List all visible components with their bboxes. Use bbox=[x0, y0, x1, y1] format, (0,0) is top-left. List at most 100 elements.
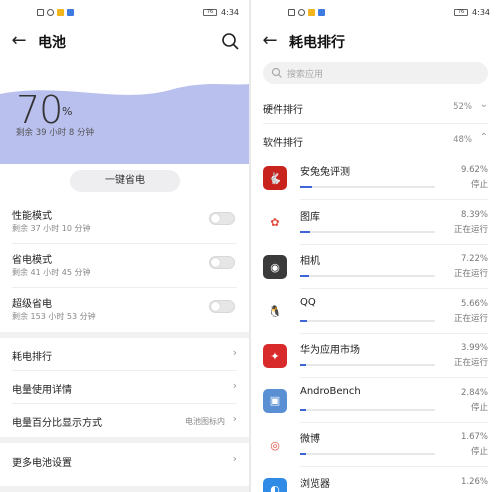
sim-icon bbox=[37, 9, 44, 16]
battery-remaining-time: 剩余 39 小时 8 分钟 bbox=[16, 128, 95, 138]
more-battery-settings-row[interactable]: 更多电池设置 › bbox=[0, 443, 249, 477]
app-row[interactable]: ◐ 浏览器 1.26% bbox=[251, 468, 500, 492]
mode-remaining: 剩余 153 小时 53 分钟 bbox=[12, 312, 96, 321]
power-saving-mode-toggle[interactable] bbox=[209, 256, 235, 269]
notification-icons bbox=[37, 9, 74, 16]
app-usage-percent: 9.62% bbox=[460, 165, 488, 175]
wifi-icon bbox=[298, 9, 305, 16]
app-notification-icon bbox=[57, 9, 64, 16]
mode-remaining: 剩余 37 小时 10 分钟 bbox=[12, 224, 91, 233]
ultra-power-saving-row[interactable]: 超级省电 剩余 153 小时 53 分钟 bbox=[0, 288, 249, 332]
battery-screen: 76 4:34 ← 电池 70 % 剩余 39 小时 8 分钟 一键省电 性能模… bbox=[0, 0, 249, 492]
usage-bar-track bbox=[300, 408, 435, 411]
usage-bar-track bbox=[300, 453, 435, 455]
power-saving-mode-row[interactable]: 省电模式 剩余 41 小时 45 分钟 bbox=[0, 244, 249, 288]
performance-mode-row[interactable]: 性能模式 剩余 37 小时 10 分钟 bbox=[0, 200, 249, 244]
percent-display-row[interactable]: 电量百分比显示方式 电池图标内 › bbox=[0, 404, 249, 436]
app-usage-percent: 1.67% bbox=[460, 432, 488, 442]
app-name: 安兔兔评测 bbox=[300, 167, 350, 178]
app-name: 华为应用市场 bbox=[300, 345, 360, 356]
chevron-right-icon: › bbox=[232, 452, 237, 465]
appgallery-icon: ✦ bbox=[263, 344, 287, 368]
usage-bar-fill bbox=[300, 275, 309, 277]
app-run-status: 正在运行 bbox=[453, 269, 488, 279]
app-name: AndroBench bbox=[300, 385, 361, 397]
app-name: 微博 bbox=[300, 434, 320, 445]
app-run-status: 停止 bbox=[470, 447, 488, 457]
app-notification-icon bbox=[308, 9, 315, 16]
back-arrow-icon[interactable]: ← bbox=[259, 30, 281, 52]
mode-name: 省电模式 bbox=[12, 255, 52, 266]
back-arrow-icon[interactable]: ← bbox=[8, 30, 30, 52]
battery-status-icon: 76 bbox=[203, 9, 218, 16]
app-row[interactable]: 🐇 安兔兔评测 9.62% 停止 bbox=[251, 156, 500, 200]
mode-remaining: 剩余 41 小时 45 分钟 bbox=[12, 268, 91, 277]
battery-status-icon: 76 bbox=[454, 9, 469, 16]
notification-icons bbox=[288, 9, 325, 16]
power-ranking-screen: 76 4:34 ← 耗电排行 搜索应用 硬件排行 52% ⌄ 软件排行 48% … bbox=[251, 0, 500, 492]
usage-bar-track bbox=[300, 275, 435, 277]
one-key-save-button[interactable]: 一键省电 bbox=[70, 170, 180, 192]
app-row[interactable]: ✿ 图库 8.39% 正在运行 bbox=[251, 201, 500, 245]
page-title: 电池 bbox=[38, 35, 66, 51]
usage-bar-fill bbox=[300, 230, 310, 233]
app-notification-icon bbox=[318, 9, 325, 16]
app-usage-percent: 3.99% bbox=[460, 343, 488, 353]
app-row[interactable]: ◎ 微博 1.67% 停止 bbox=[251, 423, 500, 467]
app-usage-percent: 2.84% bbox=[460, 387, 488, 398]
performance-mode-toggle[interactable] bbox=[209, 212, 235, 225]
qq-penguin-icon: 🐧 bbox=[263, 299, 287, 324]
app-notification-icon bbox=[67, 9, 74, 16]
app-row[interactable]: ◉ 相机 7.22% 正在运行 bbox=[251, 245, 500, 289]
usage-bar-fill bbox=[300, 319, 307, 322]
search-input[interactable]: 搜索应用 bbox=[263, 62, 488, 84]
app-row[interactable]: ▣ AndroBench 2.84% 停止 bbox=[251, 379, 500, 423]
percent-display-label: 电量百分比显示方式 bbox=[12, 418, 102, 429]
chevron-up-icon: ⌃ bbox=[479, 132, 488, 143]
title-bar: ← 耗电排行 bbox=[251, 26, 500, 60]
androbench-icon: ▣ bbox=[263, 388, 287, 413]
sim-icon bbox=[288, 9, 295, 16]
hardware-ranking-row[interactable]: 硬件排行 52% ⌄ bbox=[251, 92, 500, 122]
status-time: 4:34 bbox=[221, 8, 239, 17]
app-name: 相机 bbox=[300, 256, 320, 267]
page-title: 耗电排行 bbox=[289, 35, 345, 51]
app-usage-percent: 8.39% bbox=[460, 209, 488, 220]
software-ranking-value: 48% bbox=[453, 135, 472, 145]
percent-display-value: 电池图标内 bbox=[185, 417, 225, 426]
app-name: 浏览器 bbox=[300, 478, 330, 490]
app-run-status: 正在运行 bbox=[453, 224, 488, 235]
search-placeholder: 搜索应用 bbox=[287, 70, 324, 80]
power-ranking-label: 耗电排行 bbox=[12, 352, 52, 363]
software-ranking-row[interactable]: 软件排行 48% ⌃ bbox=[251, 125, 500, 155]
app-row[interactable]: ✦ 华为应用市场 3.99% 正在运行 bbox=[251, 334, 500, 378]
status-bar: 76 4:34 bbox=[0, 0, 249, 26]
app-usage-percent: 7.22% bbox=[460, 254, 488, 264]
usage-details-label: 电量使用详情 bbox=[12, 385, 72, 396]
divider bbox=[263, 123, 488, 124]
title-bar: ← 电池 bbox=[0, 26, 249, 60]
app-name: QQ bbox=[300, 296, 316, 308]
usage-bar-fill bbox=[300, 186, 312, 188]
app-row[interactable]: 🐧 QQ 5.66% 正在运行 bbox=[251, 290, 500, 334]
power-ranking-row[interactable]: 耗电排行 › bbox=[0, 338, 249, 370]
antutu-icon: 🐇 bbox=[263, 166, 287, 190]
software-ranking-label: 软件排行 bbox=[263, 138, 303, 149]
mode-name: 超级省电 bbox=[12, 299, 52, 310]
usage-bar-track bbox=[300, 319, 435, 322]
search-icon[interactable] bbox=[219, 30, 241, 52]
weibo-icon: ◎ bbox=[263, 433, 287, 457]
hardware-ranking-label: 硬件排行 bbox=[263, 105, 303, 116]
usage-bar-fill bbox=[300, 364, 306, 366]
more-settings-label: 更多电池设置 bbox=[12, 458, 72, 469]
usage-details-row[interactable]: 电量使用详情 › bbox=[0, 371, 249, 403]
chevron-right-icon: › bbox=[232, 379, 237, 392]
app-run-status: 停止 bbox=[470, 180, 488, 190]
chevron-down-icon: ⌄ bbox=[479, 99, 488, 110]
status-time: 4:34 bbox=[472, 8, 490, 17]
usage-bar-fill bbox=[300, 453, 306, 455]
ultra-power-saving-toggle[interactable] bbox=[209, 300, 235, 313]
app-run-status: 停止 bbox=[470, 402, 488, 413]
app-run-status: 正在运行 bbox=[453, 313, 488, 324]
battery-percent-sign: % bbox=[62, 105, 73, 118]
